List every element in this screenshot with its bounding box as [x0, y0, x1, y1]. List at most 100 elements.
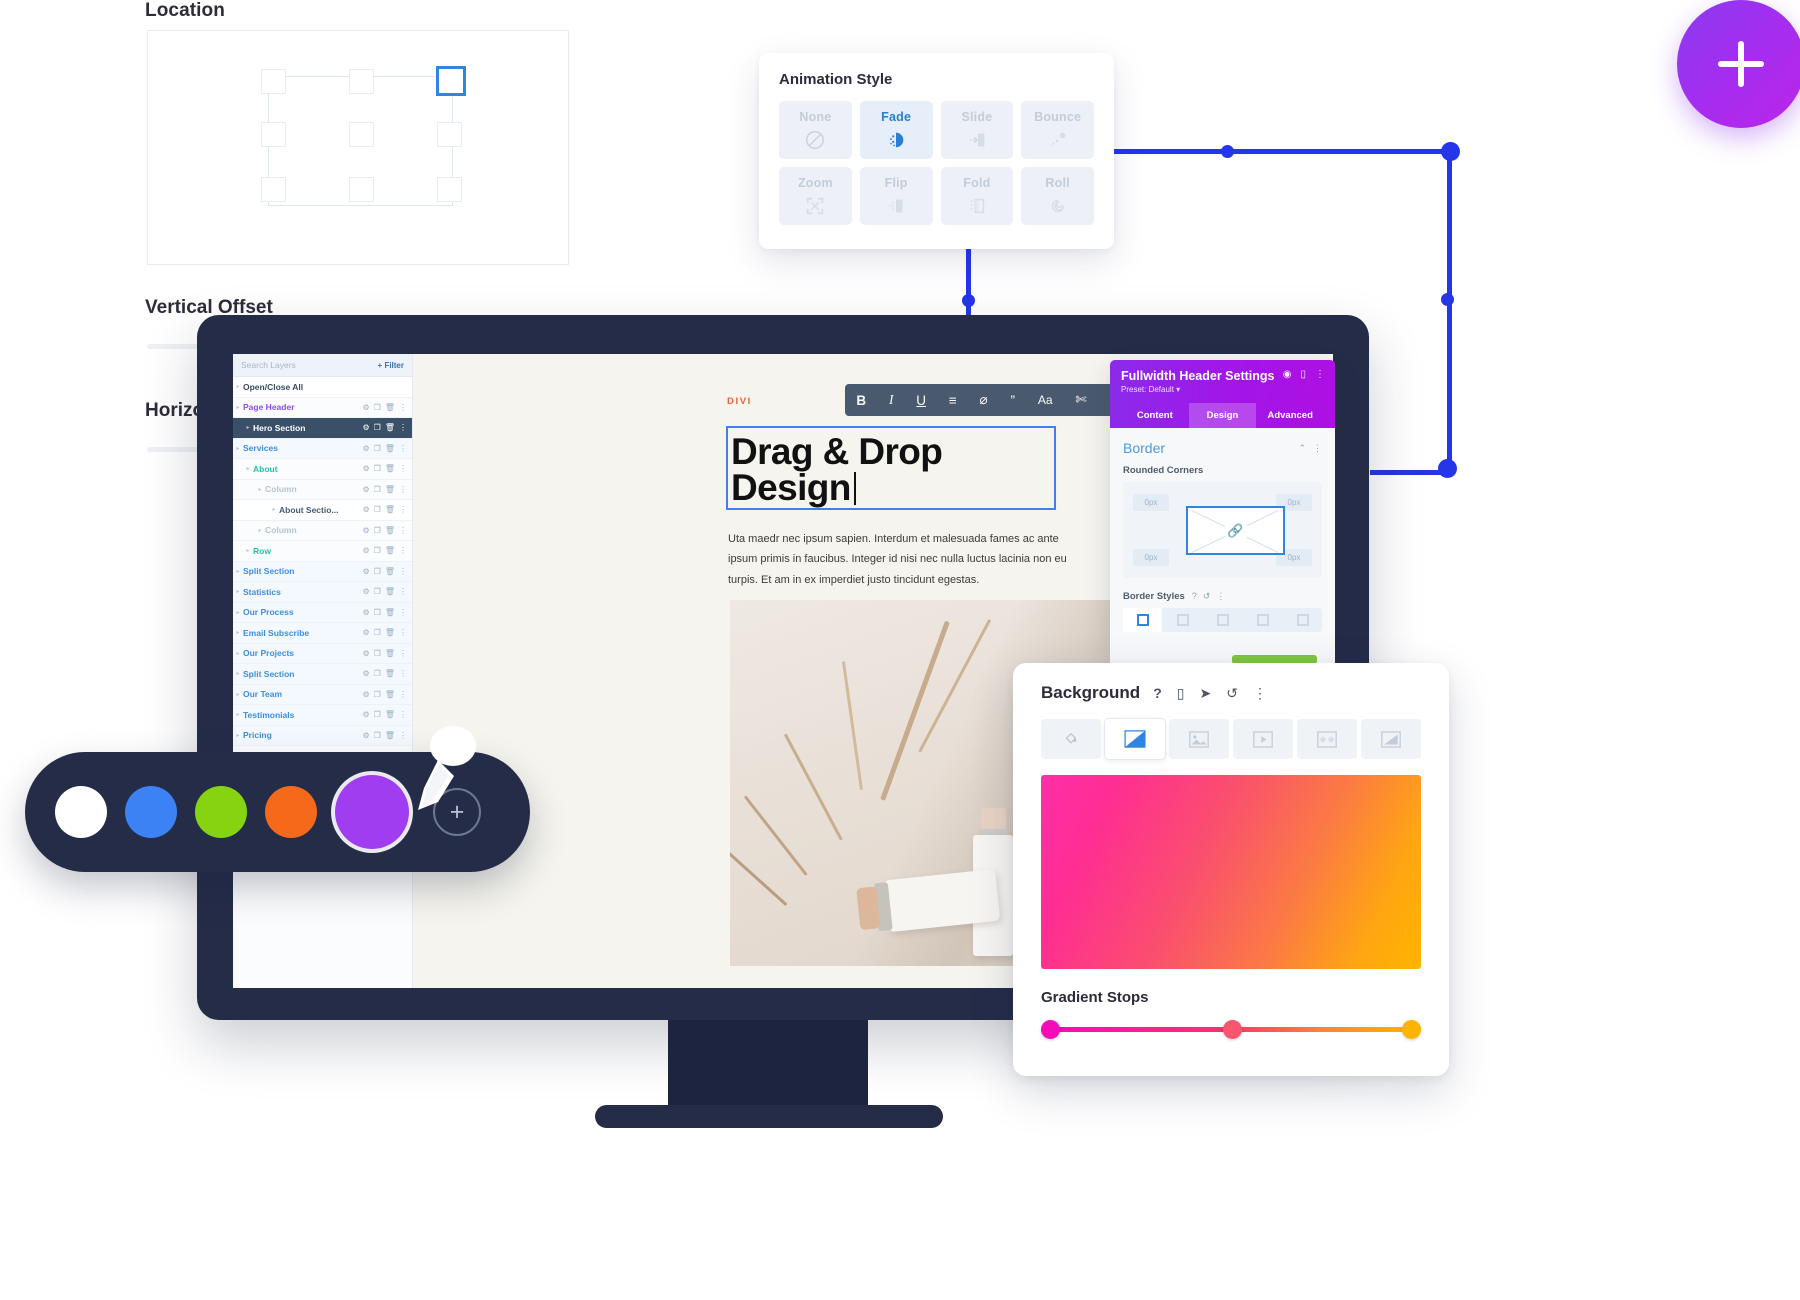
duplicate-icon[interactable]: ❐ — [374, 690, 381, 699]
duplicate-icon[interactable]: ❐ — [374, 567, 381, 576]
gear-icon[interactable]: ⚙ — [363, 464, 370, 473]
chevron-right-icon[interactable]: ▸ — [233, 732, 243, 739]
italic-icon[interactable]: I — [889, 392, 894, 408]
help-icon[interactable]: ? — [1153, 685, 1162, 701]
border-tab-top[interactable] — [1163, 608, 1202, 632]
bg-type-image[interactable] — [1169, 719, 1229, 759]
layer-row[interactable]: ▸ Our Process ⚙ ❐ 🗑 ⋮ — [233, 602, 412, 623]
layer-row[interactable]: ▸ Pricing ⚙ ❐ 🗑 ⋮ — [233, 725, 412, 746]
gear-icon[interactable]: ⚙ — [363, 423, 370, 432]
location-picker[interactable] — [147, 30, 569, 265]
underline-icon[interactable]: U — [916, 393, 926, 408]
layer-row[interactable]: ▸ Split Section ⚙ ❐ 🗑 ⋮ — [233, 561, 412, 582]
kebab-menu-icon[interactable]: ⋮ — [1315, 369, 1325, 380]
gradient-stop-0[interactable] — [1041, 1020, 1060, 1039]
animation-option-slide[interactable]: Slide — [940, 101, 1014, 159]
bg-type-color[interactable] — [1041, 719, 1101, 759]
gear-icon[interactable]: ⚙ — [363, 608, 370, 617]
settings-preset-selector[interactable]: Preset: Default ▾ — [1121, 385, 1324, 394]
location-cell-bottom-left[interactable] — [261, 177, 286, 202]
animation-option-roll[interactable]: Roll — [1021, 167, 1094, 225]
chevron-right-icon[interactable]: ▸ — [243, 424, 253, 431]
kebab-menu-icon[interactable]: ⋮ — [399, 546, 407, 555]
chevron-right-icon[interactable]: ▸ — [233, 670, 243, 677]
kebab-menu-icon[interactable]: ⋮ — [1216, 591, 1225, 602]
kebab-menu-icon[interactable]: ⋮ — [399, 608, 407, 617]
color-swatch-purple-selected[interactable] — [335, 775, 409, 849]
trash-icon[interactable]: 🗑 — [385, 567, 395, 576]
layer-row[interactable]: ▸ Testimonials ⚙ ❐ 🗑 ⋮ — [233, 705, 412, 726]
trash-icon[interactable]: 🗑 — [385, 403, 395, 412]
link-icon[interactable]: 🔗 — [1224, 522, 1247, 539]
trash-icon[interactable]: 🗑 — [385, 485, 395, 494]
kebab-menu-icon[interactable]: ⋮ — [399, 567, 407, 576]
kebab-menu-icon[interactable]: ⋮ — [399, 669, 407, 678]
corner-link-box[interactable]: 🔗 — [1186, 506, 1285, 555]
kebab-menu-icon[interactable]: ⋮ — [399, 628, 407, 637]
chevron-right-icon[interactable]: ▸ — [233, 691, 243, 698]
layer-row[interactable]: ▸ Services ⚙ ❐ 🗑 ⋮ — [233, 438, 412, 459]
headline-text[interactable]: Drag & Drop Design — [728, 428, 1054, 507]
color-swatch-white[interactable] — [55, 786, 107, 838]
layer-row[interactable]: ▸ About ⚙ ❐ 🗑 ⋮ — [233, 459, 412, 480]
gear-icon[interactable]: ⚙ — [363, 505, 370, 514]
kebab-menu-icon[interactable]: ⋮ — [399, 505, 407, 514]
color-swatch-orange[interactable] — [265, 786, 317, 838]
chevron-right-icon[interactable]: ▸ — [233, 404, 243, 411]
layer-row[interactable]: ▸ Our Team ⚙ ❐ 🗑 ⋮ — [233, 684, 412, 705]
layer-row[interactable]: ▸ Page Header ⚙ ❐ 🗑 ⋮ — [233, 398, 412, 418]
animation-option-flip[interactable]: Flip — [859, 167, 933, 225]
color-swatch-green[interactable] — [195, 786, 247, 838]
layer-row[interactable]: ▸ Email Subscribe ⚙ ❐ 🗑 ⋮ — [233, 623, 412, 644]
gradient-stop-2[interactable] — [1402, 1020, 1421, 1039]
trash-icon[interactable]: 🗑 — [385, 505, 395, 514]
trash-icon[interactable]: 🗑 — [385, 710, 395, 719]
tab-design[interactable]: Design — [1188, 403, 1257, 428]
kebab-menu-icon[interactable]: ⋮ — [399, 526, 407, 535]
kebab-menu-icon[interactable]: ⋮ — [399, 403, 407, 412]
kebab-menu-icon[interactable]: ⋮ — [1253, 685, 1267, 702]
trash-icon[interactable]: 🗑 — [385, 731, 395, 740]
kebab-menu-icon[interactable]: ⋮ — [399, 731, 407, 740]
gradient-preview[interactable] — [1041, 775, 1421, 969]
layer-row[interactable]: ▸ Column ⚙ ❐ 🗑 ⋮ — [233, 521, 412, 541]
chevron-right-icon[interactable]: ▸ — [233, 568, 243, 575]
layer-row[interactable]: ▸ Column ⚙ ❐ 🗑 ⋮ — [233, 480, 412, 500]
gear-icon[interactable]: ⚙ — [363, 403, 370, 412]
gear-icon[interactable]: ⚙ — [363, 587, 370, 596]
trash-icon[interactable]: 🗑 — [385, 546, 395, 555]
quote-icon[interactable]: ” — [1011, 393, 1016, 408]
layer-row[interactable]: ▸ Hero Section ⚙ ❐ 🗑 ⋮ — [233, 418, 412, 439]
location-cell-top-right[interactable] — [436, 66, 466, 96]
kebab-menu-icon[interactable]: ⋮ — [399, 464, 407, 473]
bg-type-mask[interactable] — [1361, 719, 1421, 759]
layer-row[interactable]: ▸ About Sectio... ⚙ ❐ 🗑 ⋮ — [233, 500, 412, 521]
duplicate-icon[interactable]: ❐ — [374, 464, 381, 473]
tab-advanced[interactable]: Advanced — [1256, 403, 1324, 428]
duplicate-icon[interactable]: ❐ — [374, 546, 381, 555]
layer-row[interactable]: ▸ Split Section ⚙ ❐ 🗑 ⋮ — [233, 664, 412, 685]
border-tab-all[interactable] — [1123, 608, 1162, 632]
corner-value-bottom-left[interactable]: 0px — [1133, 549, 1169, 566]
kebab-menu-icon[interactable]: ⋮ — [399, 444, 407, 453]
location-cell-center[interactable] — [349, 122, 374, 147]
bold-icon[interactable]: B — [856, 393, 866, 408]
border-section-header[interactable]: Border ⌃ ⋮ — [1123, 440, 1322, 456]
border-tab-bottom[interactable] — [1243, 608, 1282, 632]
tab-content[interactable]: Content — [1121, 403, 1189, 428]
reset-icon[interactable]: ↺ — [1226, 685, 1238, 702]
gradient-stop-1[interactable] — [1223, 1020, 1243, 1039]
gear-icon[interactable]: ⚙ — [363, 649, 370, 658]
trash-icon[interactable]: 🗑 — [385, 669, 395, 678]
trash-icon[interactable]: 🗑 — [385, 649, 395, 658]
kebab-menu-icon[interactable]: ⋮ — [399, 587, 407, 596]
animation-option-bounce[interactable]: Bounce — [1021, 101, 1094, 159]
duplicate-icon[interactable]: ❐ — [374, 423, 381, 432]
layer-row[interactable]: ▸ Row ⚙ ❐ 🗑 ⋮ — [233, 541, 412, 562]
gradient-stops-slider[interactable] — [1041, 1020, 1421, 1039]
location-cell-top-left[interactable] — [261, 69, 286, 94]
trash-icon[interactable]: 🗑 — [385, 423, 395, 432]
layout-icon[interactable]: ▯ — [1300, 369, 1306, 380]
location-cell-middle-left[interactable] — [261, 122, 286, 147]
trash-icon[interactable]: 🗑 — [385, 444, 395, 453]
